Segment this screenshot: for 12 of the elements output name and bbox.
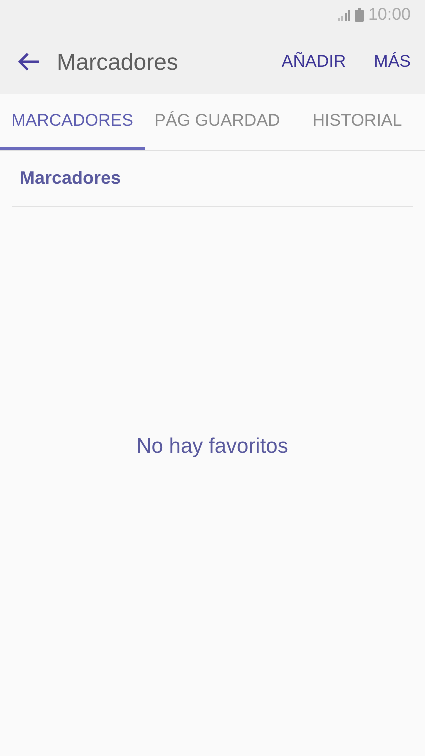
back-arrow-icon <box>18 52 40 72</box>
status-time: 10:00 <box>368 4 411 26</box>
empty-message: No hay favoritos <box>136 434 288 460</box>
tab[interactable]: HISTORIAL <box>290 94 425 150</box>
app-bar-title: Marcadores <box>57 48 180 77</box>
battery-icon <box>355 8 364 22</box>
signal-icon <box>337 9 352 21</box>
section-header: Marcadores <box>12 151 413 207</box>
action-button[interactable]: MÁS <box>374 49 411 75</box>
action-button[interactable]: AÑADIR <box>282 49 346 75</box>
tab[interactable]: MARCADORES <box>0 94 145 150</box>
tab[interactable]: PÁG GUARDAD <box>145 94 290 150</box>
